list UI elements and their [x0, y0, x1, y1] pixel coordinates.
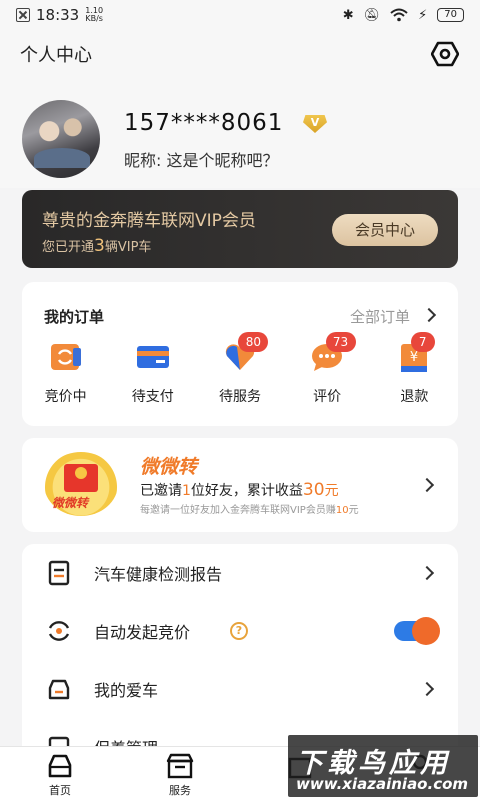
order-review[interactable]: 评价 73 [284, 332, 371, 406]
user-nickname[interactable]: 昵称: 这是个昵称吧？ [124, 147, 278, 171]
help-icon[interactable]: ? [230, 622, 248, 640]
nav-home[interactable]: 首页 [0, 747, 120, 800]
orders-card: 我的订单 全部订单 竞价中 待支付 待服务 80 评价 73 ¥ 退款 7 [22, 282, 458, 426]
invite-rule: 每邀请一位好友加入金奔腾车联网VIP会员赚10元 [140, 505, 359, 516]
menu-item-auto-bid: 自动发起竞价 ? [22, 602, 458, 660]
settings-hex-icon [431, 41, 459, 67]
vip-subtitle: 您已开通3辆VIP车 [42, 236, 152, 256]
car-home-icon [48, 754, 72, 778]
chevron-right-icon[interactable] [421, 307, 437, 323]
badge-refund-count: 7 [410, 332, 435, 352]
earnings-value: 30 [302, 480, 325, 500]
nav-service[interactable]: 服务 [120, 747, 240, 800]
vip-car-count: 3 [94, 236, 105, 256]
notification-icon [16, 8, 30, 22]
auto-bid-icon [48, 621, 70, 641]
vip-card: 尊贵的金奔腾车联网VIP会员 您已开通3辆VIP车 会员中心 [22, 190, 458, 268]
status-bar: 18:33 1.10 KB/s ✱ 🔕︎ ⚡︎ 70 [0, 0, 480, 30]
invite-summary: 已邀请1位好友，累计收益30元 [140, 480, 339, 500]
settings-button[interactable] [430, 39, 460, 69]
vip-title: 尊贵的金奔腾车联网VIP会员 [42, 211, 256, 231]
wifi-icon [390, 8, 408, 22]
svg-text:¥: ¥ [410, 350, 418, 365]
chevron-right-icon [419, 681, 435, 697]
bluetooth-icon: ✱ [342, 7, 354, 23]
page-title: 个人中心 [20, 45, 92, 66]
vip-badge-icon: V [303, 115, 327, 133]
red-envelope-icon [64, 464, 98, 492]
badge-review-count: 73 [325, 332, 356, 352]
order-pending-pay[interactable]: 待支付 [109, 340, 196, 406]
watermark: 下载鸟应用 www.xiazainiao.com [288, 735, 478, 797]
service-icon [166, 753, 194, 779]
invited-count: 1 [182, 483, 191, 499]
menu-card: 汽车健康检测报告 自动发起竞价 ? 我的爱车 保养管理 [22, 544, 458, 764]
invite-brand: 微微转 [140, 456, 198, 478]
charging-icon: ⚡︎ [418, 7, 428, 23]
chevron-right-icon [419, 565, 435, 581]
card-icon [136, 346, 169, 368]
orders-row: 竞价中 待支付 待服务 80 评价 73 ¥ 退款 7 [22, 332, 458, 406]
invite-banner[interactable]: 微微转 微微转 已邀请1位好友，累计收益30元 每邀请一位好友加入金奔腾车联网V… [22, 438, 458, 532]
profile-section: 157****8061 V 昵称: 这是个昵称吧？ [0, 78, 480, 188]
battery-indicator: 70 [437, 8, 464, 22]
status-time: 18:33 [36, 6, 80, 24]
user-phone: 157****8061 [124, 110, 284, 136]
page-header: 个人中心 [0, 30, 480, 78]
invite-logo: 微微转 [44, 452, 118, 516]
car-icon [48, 679, 70, 700]
auto-bid-toggle[interactable] [394, 617, 440, 645]
chevron-right-icon [419, 477, 435, 493]
order-bidding[interactable]: 竞价中 [22, 340, 109, 406]
menu-item-health-report[interactable]: 汽车健康检测报告 [22, 544, 458, 602]
orders-title: 我的订单 [44, 308, 105, 326]
refresh-wallet-icon [50, 344, 81, 370]
member-center-button[interactable]: 会员中心 [332, 214, 438, 246]
report-icon [48, 560, 70, 586]
badge-service-count: 80 [238, 332, 269, 352]
avatar[interactable] [22, 100, 100, 178]
order-refund[interactable]: ¥ 退款 7 [371, 332, 458, 406]
menu-item-my-car[interactable]: 我的爱车 [22, 660, 458, 718]
all-orders-link[interactable]: 全部订单 [350, 306, 410, 327]
order-pending-service[interactable]: 待服务 80 [196, 332, 283, 406]
network-speed: 1.10 KB/s [85, 6, 104, 23]
mute-bell-icon: 🔕︎ [363, 7, 381, 23]
